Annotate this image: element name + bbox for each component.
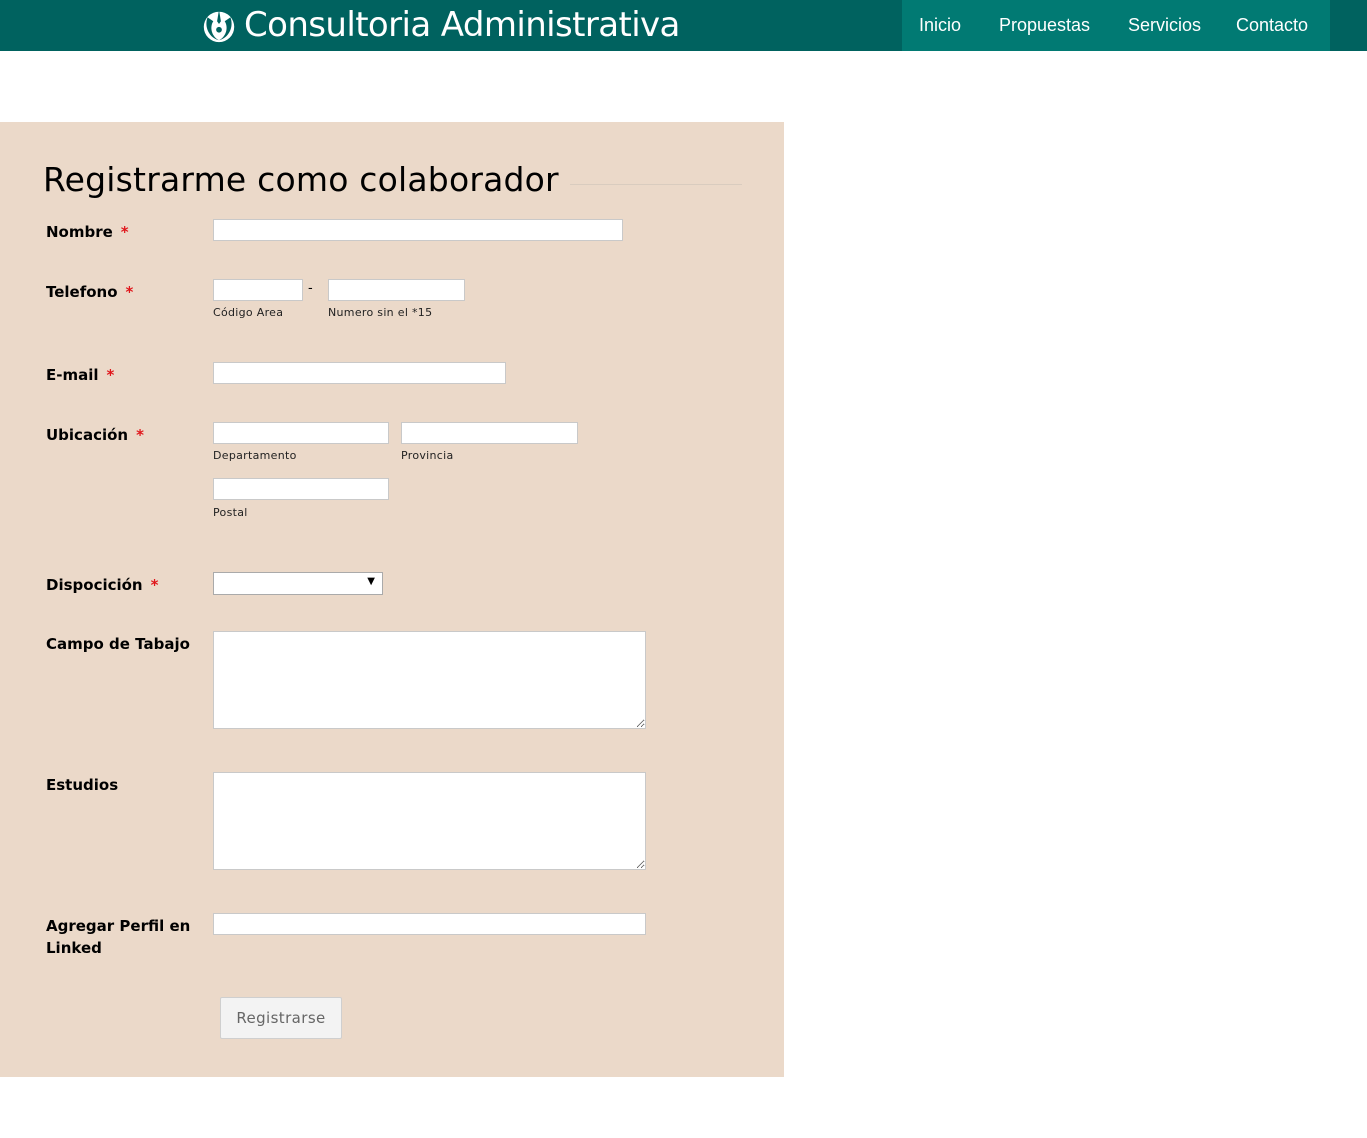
registrarse-button[interactable]: Registrarse — [220, 997, 342, 1039]
email-input[interactable] — [213, 362, 506, 384]
provincia-input[interactable] — [401, 422, 578, 444]
required-mark: * — [120, 223, 129, 241]
disposicion-select[interactable]: ▼ — [213, 572, 383, 595]
departamento-input[interactable] — [213, 422, 389, 444]
telefono-number-sublabel: Numero sin el *15 — [328, 306, 433, 319]
postal-sublabel: Postal — [213, 506, 248, 519]
brand[interactable]: Consultoria Administrativa — [200, 2, 680, 48]
rebel-alliance-icon — [203, 9, 235, 43]
brand-title: Consultoria Administrativa — [244, 5, 680, 45]
nav-servicios[interactable]: Servicios — [1128, 15, 1201, 36]
campo-label: Campo de Tabajo — [46, 635, 190, 653]
nombre-label: Nombre * — [46, 223, 129, 241]
campo-textarea[interactable] — [213, 631, 646, 729]
dropdown-arrow-icon: ▼ — [367, 576, 375, 587]
ubicacion-label: Ubicación * — [46, 426, 144, 444]
nav-contacto[interactable]: Contacto — [1236, 15, 1308, 36]
nav-menu: Inicio Propuestas Servicios Contacto — [902, 0, 1330, 51]
telefono-label: Telefono * — [46, 283, 134, 301]
required-mark: * — [150, 576, 159, 594]
required-mark: * — [136, 426, 144, 444]
departamento-sublabel: Departamento — [213, 449, 297, 462]
top-navbar: Consultoria Administrativa Inicio Propue… — [0, 0, 1367, 51]
telefono-area-sublabel: Código Area — [213, 306, 284, 319]
nav-propuestas[interactable]: Propuestas — [999, 15, 1090, 36]
postal-input[interactable] — [213, 478, 389, 500]
provincia-sublabel: Provincia — [401, 449, 454, 462]
telefono-area-input[interactable] — [213, 279, 303, 301]
email-label: E-mail * — [46, 366, 115, 384]
required-mark: * — [125, 283, 134, 301]
linkedin-label: Agregar Perfil en Linked — [46, 917, 191, 957]
telefono-number-input[interactable] — [328, 279, 465, 301]
estudios-label: Estudios — [46, 776, 119, 794]
title-divider — [570, 184, 742, 185]
form-title: Registrarme como colaborador — [43, 160, 559, 199]
nombre-input[interactable] — [213, 219, 623, 241]
linkedin-input[interactable] — [213, 913, 646, 935]
registration-form: Registrarme como colaborador Nombre * Tel… — [0, 122, 784, 1077]
nav-inicio[interactable]: Inicio — [919, 15, 961, 36]
required-mark: * — [106, 366, 115, 384]
estudios-textarea[interactable] — [213, 772, 646, 870]
disposicion-label: Dispocición * — [46, 576, 159, 594]
telefono-separator: - — [308, 281, 313, 296]
